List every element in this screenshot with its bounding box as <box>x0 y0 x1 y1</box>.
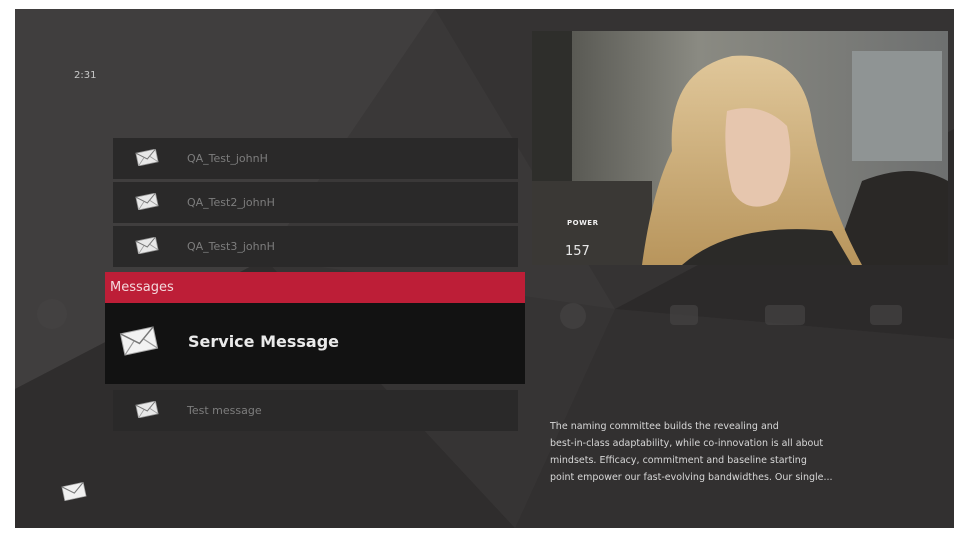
channel-name: POWER <box>567 219 599 227</box>
selected-message-label: Service Message <box>188 332 340 351</box>
list-item[interactable]: QA_Test_johnH <box>113 138 518 179</box>
faint-menu-icon-1 <box>560 303 586 329</box>
list-item[interactable]: QA_Test3_johnH <box>113 226 518 267</box>
selected-message-item[interactable]: Service Message <box>105 303 525 384</box>
list-item-label: QA_Test3_johnH <box>187 240 275 253</box>
list-item-label: QA_Test2_johnH <box>187 196 275 209</box>
description-text: The naming committee builds the revealin… <box>550 418 945 486</box>
envelope-icon <box>135 236 159 258</box>
envelope-icon <box>119 326 159 360</box>
faint-menu-icon-4 <box>870 305 902 325</box>
envelope-icon <box>135 148 159 170</box>
channel-number: 157 <box>565 244 590 259</box>
video-preview[interactable]: POWER 157 <box>532 31 948 265</box>
tv-screen: 2:31 QA_Test_johnH QA_Test2_johnH QA_Tes… <box>15 9 954 528</box>
list-item[interactable]: QA_Test2_johnH <box>113 182 518 223</box>
description-line: best-in-class adaptability, while co-inn… <box>550 438 824 449</box>
messages-header: Messages <box>105 272 525 303</box>
list-item-label: QA_Test_johnH <box>187 152 268 165</box>
description-line: mindsets. Efficacy, commitment and basel… <box>550 455 807 466</box>
list-item[interactable]: Test message <box>113 390 518 431</box>
faint-menu-icon-3 <box>765 305 805 325</box>
description-line: The naming committee builds the revealin… <box>550 421 779 432</box>
list-item-label: Test message <box>187 404 262 417</box>
envelope-icon <box>135 400 159 422</box>
envelope-icon <box>135 192 159 214</box>
clock: 2:31 <box>74 70 97 81</box>
faint-settings-icon <box>37 299 67 329</box>
video-frame <box>532 31 948 265</box>
faint-menu-icon-2 <box>670 305 698 325</box>
envelope-icon <box>61 481 87 505</box>
description-line: point empower our fast-evolving bandwidt… <box>550 472 833 483</box>
